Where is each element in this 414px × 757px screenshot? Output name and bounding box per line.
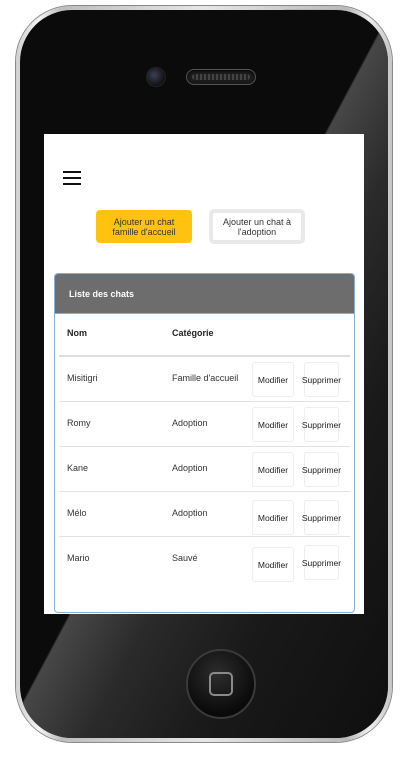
table-row: Mélo Adoption Modifier Supprimer xyxy=(59,492,350,537)
table-row: Romy Adoption Modifier Supprimer xyxy=(59,402,350,447)
delete-button[interactable]: Supprimer xyxy=(302,500,341,535)
delete-button[interactable]: Supprimer xyxy=(302,407,341,442)
edit-button[interactable]: Modifier xyxy=(252,500,294,535)
cat-category: Adoption xyxy=(172,418,208,428)
cat-name: Misitigri xyxy=(67,373,98,383)
column-header-category: Catégorie xyxy=(172,328,214,338)
delete-button[interactable]: Supprimer xyxy=(302,452,341,487)
edit-button[interactable]: Modifier xyxy=(252,452,294,487)
table-row: Kane Adoption Modifier Supprimer xyxy=(59,447,350,492)
speaker-grille xyxy=(186,69,256,85)
home-square-glyph xyxy=(209,672,233,696)
edit-button[interactable]: Modifier xyxy=(252,407,294,442)
card-header: Liste des chats xyxy=(55,274,354,314)
edit-button[interactable]: Modifier xyxy=(252,362,294,397)
cat-category: Famille d'accueil xyxy=(172,373,239,383)
cat-category: Adoption xyxy=(172,508,208,518)
cats-table: Nom Catégorie Misitigri Famille d'accuei… xyxy=(55,314,354,582)
table-row: Misitigri Famille d'accueil Modifier Sup… xyxy=(59,357,350,402)
table-row: Mario Sauvé Modifier Supprimer xyxy=(59,537,350,582)
home-button-icon[interactable] xyxy=(186,649,256,719)
add-adoption-cat-label: Ajouter un chat à l'adoption xyxy=(222,216,292,237)
phone-screen: Ajouter un chat famille d'accueil Ajoute… xyxy=(44,134,364,614)
delete-button[interactable]: Supprimer xyxy=(302,362,341,397)
add-adoption-cat-button[interactable]: Ajouter un chat à l'adoption xyxy=(209,209,305,244)
edit-button[interactable]: Modifier xyxy=(252,547,294,582)
cat-name: Kane xyxy=(67,463,89,473)
cat-category: Sauvé xyxy=(172,553,198,563)
cat-name: Mario xyxy=(67,553,90,563)
card-title: Liste des chats xyxy=(69,288,135,299)
cat-category: Adoption xyxy=(172,463,208,473)
cat-name: Mélo xyxy=(67,508,87,518)
table-header: Nom Catégorie xyxy=(59,314,350,357)
delete-button[interactable]: Supprimer xyxy=(302,545,341,580)
cats-list-card: Liste des chats Nom Catégorie Misitigri … xyxy=(54,273,355,613)
column-header-name: Nom xyxy=(67,328,87,338)
cat-name: Romy xyxy=(67,418,91,428)
hamburger-menu-icon[interactable] xyxy=(63,171,81,185)
camera-icon xyxy=(146,67,166,87)
add-foster-cat-button[interactable]: Ajouter un chat famille d'accueil xyxy=(96,210,192,243)
add-foster-cat-label: Ajouter un chat famille d'accueil xyxy=(112,216,176,237)
